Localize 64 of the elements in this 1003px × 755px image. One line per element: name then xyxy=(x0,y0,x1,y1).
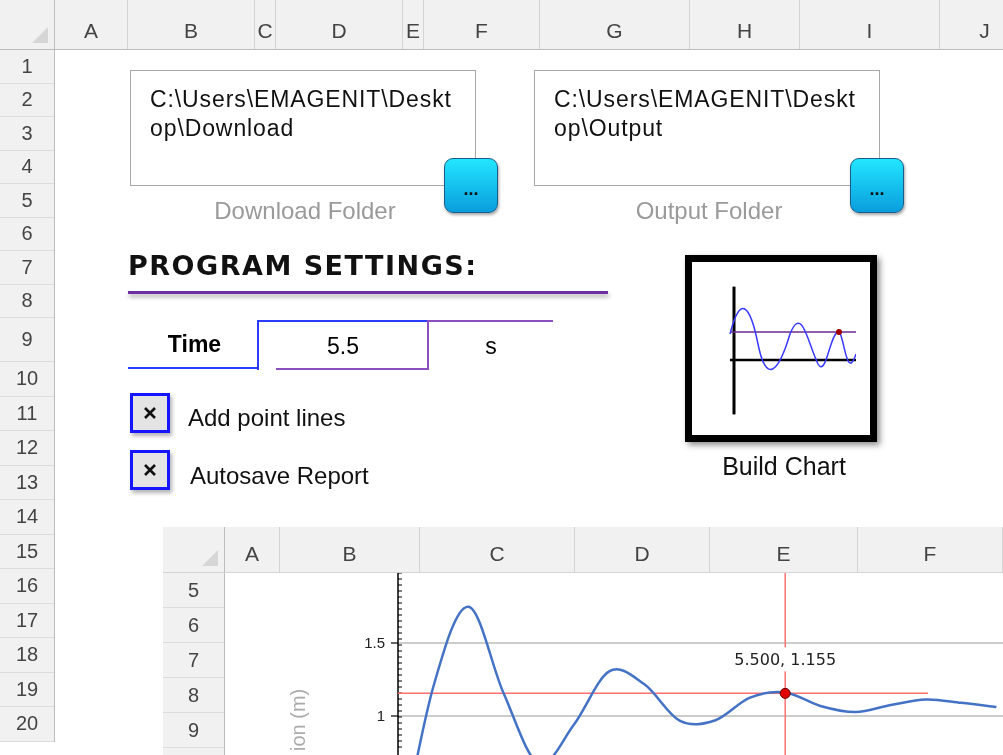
x-mark-icon xyxy=(143,406,157,420)
row-header[interactable]: 6 xyxy=(0,217,54,251)
column-header[interactable]: D xyxy=(276,0,403,49)
row-header[interactable]: 6 xyxy=(163,608,224,643)
column-header[interactable]: E xyxy=(403,0,424,49)
point-label: 5.500, 1.155 xyxy=(734,650,837,670)
row-header[interactable]: 8 xyxy=(0,284,54,318)
column-header[interactable]: C xyxy=(255,0,276,49)
row-header[interactable]: 7 xyxy=(163,643,224,678)
column-header[interactable]: B xyxy=(128,0,255,49)
row-header[interactable]: 17 xyxy=(0,603,54,638)
row-header[interactable]: 9 xyxy=(0,318,54,362)
row-header[interactable]: 1 xyxy=(0,50,54,84)
row-header[interactable]: 10 xyxy=(0,362,54,397)
row-header[interactable]: 3 xyxy=(0,117,54,151)
build-chart-button[interactable] xyxy=(685,255,877,442)
time-input[interactable]: 5.5 xyxy=(257,320,427,370)
column-header[interactable]: C xyxy=(420,527,575,572)
row-header[interactable]: 11 xyxy=(0,396,54,431)
column-header[interactable]: A xyxy=(225,527,280,572)
x-mark-icon xyxy=(143,463,157,477)
row-header[interactable]: 7 xyxy=(0,251,54,285)
folder-path-field[interactable]: C:\Users\EMAGENIT\Desktop\Download xyxy=(130,70,476,186)
column-header[interactable]: G xyxy=(540,0,690,49)
row-header[interactable]: 14 xyxy=(0,500,54,535)
column-header[interactable]: J xyxy=(940,0,1003,49)
browse-button[interactable]: ... xyxy=(850,158,904,213)
row-header[interactable]: 2 xyxy=(0,83,54,117)
column-header[interactable]: F xyxy=(858,527,1003,572)
row-header[interactable]: 4 xyxy=(0,150,54,184)
column-header[interactable]: F xyxy=(424,0,540,49)
settings-title: PROGRAM SETTINGS: xyxy=(128,250,478,281)
y-tick-label: 1 xyxy=(376,707,385,724)
column-header[interactable]: E xyxy=(710,527,858,572)
row-header[interactable]: 16 xyxy=(0,569,54,604)
row-header[interactable]: 12 xyxy=(0,431,54,466)
row-header[interactable]: 5 xyxy=(163,573,224,608)
row-header[interactable]: 13 xyxy=(0,465,54,500)
folder-caption: Download Folder xyxy=(213,197,397,225)
folder-caption: Output Folder xyxy=(634,197,784,225)
column-header[interactable]: B xyxy=(280,527,420,572)
row-header[interactable]: 15 xyxy=(0,534,54,569)
column-header[interactable]: A xyxy=(55,0,128,49)
row-header[interactable]: 9 xyxy=(163,713,224,748)
checkbox[interactable] xyxy=(130,450,170,490)
row-header[interactable]: 18 xyxy=(0,638,54,673)
column-header[interactable]: I xyxy=(800,0,940,49)
row-header[interactable]: 20 xyxy=(0,707,54,742)
y-tick-label: 1.5 xyxy=(364,634,385,651)
data-point xyxy=(779,687,791,699)
time-label: Time xyxy=(128,322,257,369)
folder-path-field[interactable]: C:\Users\EMAGENIT\Desktop\Output xyxy=(534,70,880,186)
y-axis-title: ion (m) xyxy=(287,688,309,751)
row-header[interactable]: 5 xyxy=(0,184,54,218)
checkbox-label: Autosave Report xyxy=(190,462,369,490)
column-header[interactable]: H xyxy=(690,0,800,49)
checkbox[interactable] xyxy=(130,393,170,433)
checkbox-label: Add point lines xyxy=(188,404,346,432)
row-header[interactable]: 8 xyxy=(163,678,224,713)
build-chart-label: Build Chart xyxy=(721,452,847,481)
column-header[interactable]: D xyxy=(575,527,710,572)
time-unit: s xyxy=(427,320,553,370)
browse-button[interactable]: ... xyxy=(444,158,498,213)
row-header[interactable]: 19 xyxy=(0,672,54,707)
